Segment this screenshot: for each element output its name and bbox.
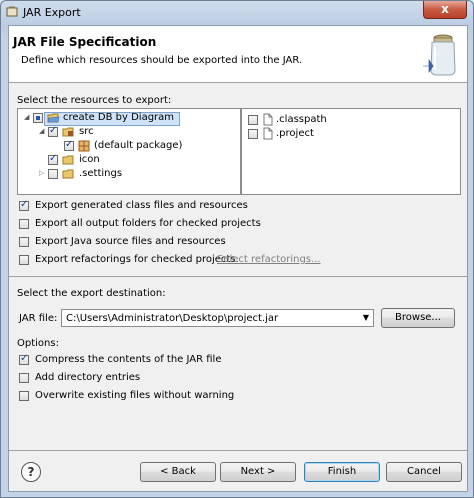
option-label: Compress the contents of the JAR file	[35, 354, 222, 365]
option-label: Export Java source files and resources	[35, 236, 226, 247]
cancel-button[interactable]: Cancel	[386, 462, 462, 482]
tree-item-default-package[interactable]: (default package)	[18, 139, 238, 153]
folder-icon	[62, 155, 74, 165]
tree-item-icon[interactable]: icon	[18, 153, 238, 167]
export-source-files-checkbox[interactable]	[19, 237, 29, 247]
wizard-content: JAR File Specification Define which reso…	[8, 25, 468, 492]
window-title: JAR Export	[23, 6, 81, 19]
compress-checkbox[interactable]	[19, 353, 29, 365]
wizard-header: JAR File Specification Define which reso…	[9, 26, 467, 83]
file-item-project[interactable]: .project	[242, 127, 458, 141]
tree-item-label: src	[79, 126, 94, 137]
file-item-classpath[interactable]: .classpath	[242, 113, 458, 127]
source-folder-icon	[62, 127, 74, 137]
page-title: JAR File Specification	[13, 35, 157, 49]
destination-label: Select the export destination:	[17, 288, 166, 299]
option-label: Overwrite existing files without warning	[35, 390, 235, 401]
option-label: Export refactorings for checked projects…	[35, 254, 239, 265]
file-checkbox-classpath[interactable]	[248, 115, 258, 125]
export-class-files-checkbox[interactable]	[19, 199, 29, 211]
tree-item-label: .settings	[79, 168, 123, 179]
tree-checkbox-icon[interactable]	[48, 153, 58, 165]
options-label: Options:	[17, 338, 59, 349]
jar-file-combo[interactable]: C:\Users\Administrator\Desktop\project.j…	[61, 309, 374, 327]
jar-file-label: JAR file:	[19, 313, 58, 324]
export-class-files-option[interactable]: Export generated class files and resourc…	[19, 199, 419, 213]
expanded-arrow-icon[interactable]: ◢	[24, 113, 29, 121]
page-description: Define which resources should be exporte…	[21, 55, 303, 66]
resource-file-list[interactable]: .classpath .project	[241, 108, 461, 195]
back-button[interactable]: < Back	[140, 462, 216, 482]
export-output-folders-checkbox[interactable]	[19, 219, 29, 229]
eclipse-app-icon	[6, 6, 18, 17]
option-label: Export all output folders for checked pr…	[35, 218, 261, 229]
directory-entries-option[interactable]: Add directory entries	[19, 371, 419, 385]
jar-banner-icon	[409, 30, 463, 78]
tree-item-label: icon	[79, 154, 100, 165]
resources-label: Select the resources to export:	[17, 95, 172, 106]
chevron-down-icon[interactable]: ▼	[363, 313, 369, 322]
folder-icon	[62, 169, 74, 179]
overwrite-option[interactable]: Overwrite existing files without warning	[19, 389, 419, 403]
close-button[interactable]: x	[423, 1, 467, 19]
help-button[interactable]: ?	[21, 462, 41, 482]
collapsed-arrow-icon[interactable]: ▷	[39, 169, 44, 177]
select-refactorings-link[interactable]: Select refactorings...	[217, 254, 321, 265]
tree-item-label: create DB by Diagram	[63, 112, 175, 123]
jar-file-path: C:\Users\Administrator\Desktop\project.j…	[66, 313, 279, 324]
tree-checkbox-project[interactable]	[33, 113, 43, 123]
file-checkbox-project[interactable]	[248, 129, 258, 139]
finish-button[interactable]: Finish	[304, 462, 380, 482]
tree-checkbox-default-package[interactable]	[64, 139, 74, 151]
file-icon	[263, 113, 273, 126]
directory-entries-checkbox[interactable]	[19, 373, 29, 383]
jar-export-window: JAR Export x JAR File Specification Defi…	[0, 0, 474, 498]
tree-item-project[interactable]: ◢ create DB by Diagram	[18, 111, 238, 125]
package-icon	[78, 140, 90, 152]
file-item-label: .project	[276, 128, 314, 139]
tree-item-settings[interactable]: ▷ .settings	[18, 167, 238, 181]
export-refactorings-checkbox[interactable]	[19, 255, 29, 265]
title-bar[interactable]: JAR Export x	[1, 1, 473, 25]
export-output-folders-option[interactable]: Export all output folders for checked pr…	[19, 217, 419, 231]
file-icon	[263, 127, 273, 140]
export-refactorings-option[interactable]: Export refactorings for checked projects…	[19, 253, 459, 267]
next-button[interactable]: Next >	[220, 462, 296, 482]
resource-tree[interactable]: ◢ create DB by Diagram ◢ src	[17, 108, 241, 195]
project-folder-icon	[47, 113, 60, 123]
browse-button[interactable]: Browse...	[381, 308, 455, 328]
tree-item-src[interactable]: ◢ src	[18, 125, 238, 139]
compress-option[interactable]: Compress the contents of the JAR file	[19, 353, 419, 367]
separator	[9, 450, 467, 451]
file-item-label: .classpath	[276, 114, 327, 125]
tree-item-label: (default package)	[94, 140, 183, 151]
tree-checkbox-settings[interactable]	[48, 169, 58, 179]
tree-checkbox-src[interactable]	[48, 125, 58, 137]
expanded-arrow-icon[interactable]: ◢	[39, 127, 44, 135]
separator	[9, 276, 467, 277]
overwrite-checkbox[interactable]	[19, 391, 29, 401]
export-source-files-option[interactable]: Export Java source files and resources	[19, 235, 419, 249]
option-label: Export generated class files and resourc…	[35, 200, 248, 211]
option-label: Add directory entries	[35, 372, 141, 383]
